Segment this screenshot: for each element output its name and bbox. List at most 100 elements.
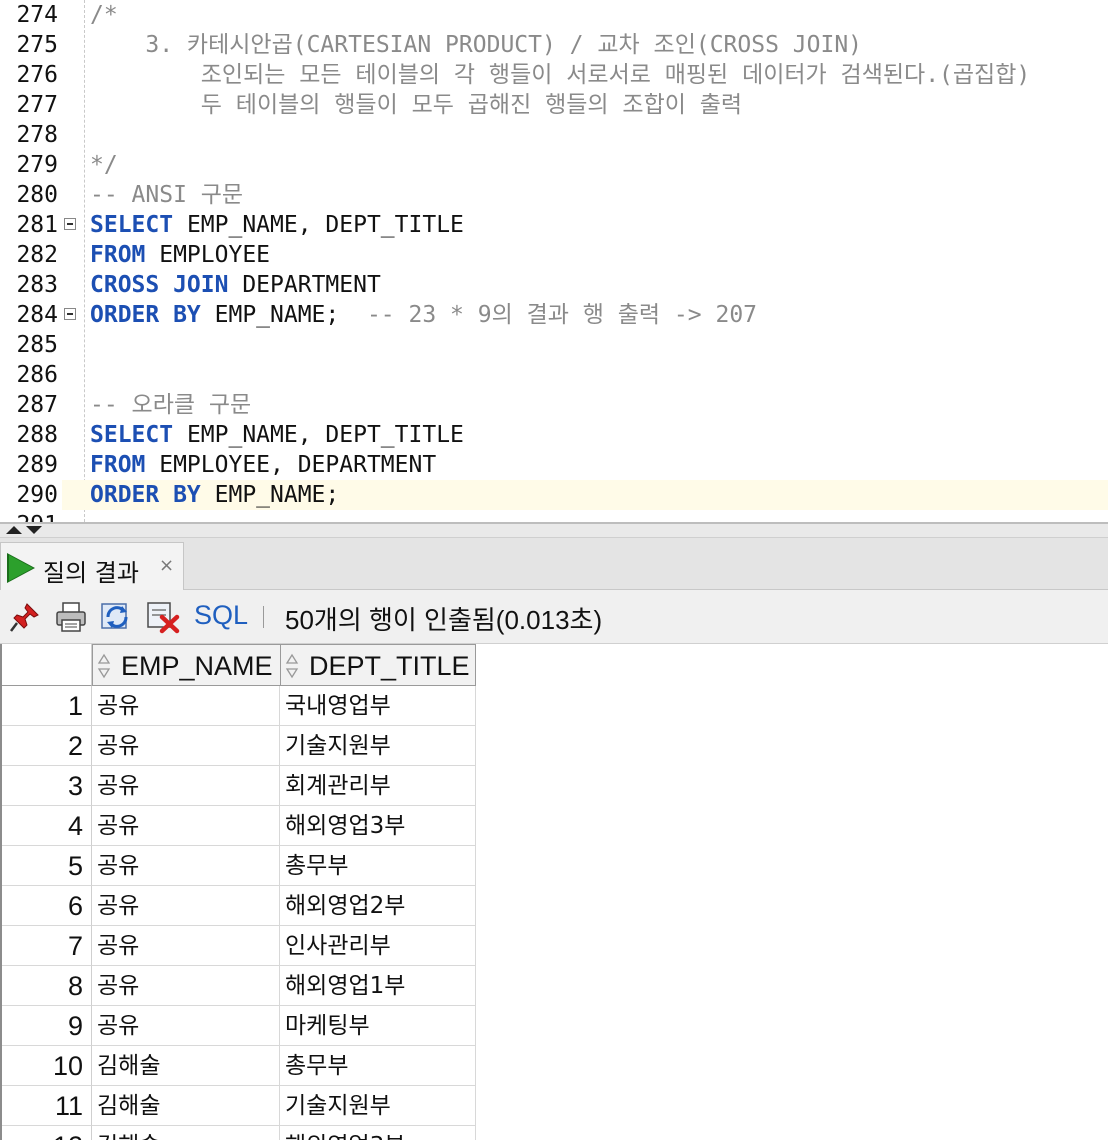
code-line[interactable]: 286 [0, 360, 1108, 390]
sql-comment: -- 오라클 구문 [90, 392, 252, 418]
cell-dept-title[interactable]: 해외영업1부 [280, 966, 476, 1006]
code-line[interactable]: 281 SELECT EMP_NAME, DEPT_TITLE [0, 210, 1108, 240]
cell-dept-title[interactable]: 회계관리부 [280, 766, 476, 806]
cell-emp-name[interactable]: 김해술 [92, 1046, 280, 1086]
code-line[interactable]: 291 [0, 510, 1108, 522]
cell-dept-title[interactable]: 총무부 [280, 846, 476, 886]
line-number-text: 290 [16, 482, 58, 508]
tab-label: 질의 결과 [43, 559, 139, 587]
table-row[interactable]: 6 공유 해외영업2부 [2, 886, 476, 926]
pin-icon[interactable] [8, 600, 42, 634]
line-number: 276 [0, 60, 62, 90]
results-toolbar: SQL 50개의 행이 인출됨(0.013초) [0, 590, 1108, 644]
collapse-down-icon[interactable] [26, 526, 42, 534]
code-line[interactable]: 278 [0, 120, 1108, 150]
line-number-text: 284 [16, 302, 58, 328]
line-number-text: 280 [16, 182, 58, 208]
sort-icon[interactable] [285, 653, 299, 679]
cell-emp-name[interactable]: 공유 [92, 846, 280, 886]
table-row[interactable]: 10 김해술 총무부 [2, 1046, 476, 1086]
line-number-text: 279 [16, 152, 58, 178]
table-row[interactable]: 2 공유 기술지원부 [2, 726, 476, 766]
code-line[interactable]: 288 SELECT EMP_NAME, DEPT_TITLE [0, 420, 1108, 450]
code-line[interactable]: 275 3. 카테시안곱(CARTESIAN PRODUCT) / 교차 조인(… [0, 30, 1108, 60]
code-line[interactable]: 284 ORDER BY EMP_NAME; -- 23 * 9의 결과 행 출력… [0, 300, 1108, 330]
tab-query-result[interactable]: 질의 결과 × [0, 542, 184, 590]
sql-link[interactable]: SQL [194, 600, 248, 631]
results-grid[interactable]: EMP_NAME DEPT_TITLE 1 공유 국내영업부 2 공유 기술지원부 3 공유 회… [0, 644, 1108, 1140]
cell-dept-title[interactable]: 마케팅부 [280, 1006, 476, 1046]
cell-emp-name[interactable]: 공유 [92, 926, 280, 966]
panel-splitter[interactable] [0, 522, 1108, 538]
sql-editor[interactable]: 274/* 275 3. 카테시안곱(CARTESIAN PRODUCT) / 교… [0, 0, 1108, 522]
table-row[interactable]: 3 공유 회계관리부 [2, 766, 476, 806]
code-line[interactable]: 279 */ [0, 150, 1108, 180]
table-row[interactable]: 1 공유 국내영업부 [2, 686, 476, 726]
sql-identifier: DEPARTMENT [228, 272, 381, 298]
code-line[interactable]: 285 [0, 330, 1108, 360]
sql-keyword: FROM [90, 242, 146, 268]
row-number-header [2, 644, 92, 686]
line-number: 284 [0, 300, 62, 330]
toolbar-separator [263, 606, 264, 628]
sql-comment: -- 23 * 9의 결과 행 출력 -> 207 [366, 302, 758, 328]
line-number-text: 291 [16, 510, 58, 522]
code-line[interactable]: 280 -- ANSI 구문 [0, 180, 1108, 210]
line-number: 277 [0, 90, 62, 120]
code-line[interactable]: 277 두 테이블의 행들이 모두 곱해진 행들의 조합이 출력 [0, 90, 1108, 120]
code-line[interactable]: 274 /* [0, 0, 1108, 30]
cell-dept-title[interactable]: 국내영업부 [280, 686, 476, 726]
fold-toggle-icon[interactable] [64, 308, 76, 320]
line-number: 290 [0, 480, 62, 510]
table-row[interactable]: 4 공유 해외영업3부 [2, 806, 476, 846]
cancel-icon[interactable] [146, 600, 180, 634]
table-row[interactable]: 8 공유 해외영업1부 [2, 966, 476, 1006]
sql-keyword: SELECT [90, 422, 174, 448]
code-line[interactable]: 282 FROM EMPLOYEE [0, 240, 1108, 270]
cell-emp-name[interactable]: 공유 [92, 966, 280, 1006]
fold-toggle-icon[interactable] [64, 218, 76, 230]
print-icon[interactable] [54, 600, 88, 634]
cell-emp-name[interactable]: 공유 [92, 886, 280, 926]
table-row[interactable]: 5 공유 총무부 [2, 846, 476, 886]
line-number-text: 278 [16, 122, 58, 148]
line-number-text: 276 [16, 62, 58, 88]
table-row[interactable]: 11 김해술 기술지원부 [2, 1086, 476, 1126]
code-line[interactable]: 283 CROSS JOIN DEPARTMENT [0, 270, 1108, 300]
cell-dept-title[interactable]: 기술지원부 [280, 726, 476, 766]
cell-emp-name[interactable]: 공유 [92, 726, 280, 766]
collapse-up-icon[interactable] [6, 526, 22, 534]
sort-icon[interactable] [97, 653, 111, 679]
cell-dept-title[interactable]: 기술지원부 [280, 1086, 476, 1126]
cell-emp-name[interactable]: 공유 [92, 806, 280, 846]
close-icon[interactable]: × [159, 555, 174, 576]
code-text: */ [90, 150, 118, 180]
column-header-emp-name[interactable]: EMP_NAME [92, 644, 281, 686]
refresh-icon[interactable] [100, 600, 134, 634]
table-row[interactable]: 12김해술해외영업3부 [2, 1126, 476, 1140]
column-header-dept-title[interactable]: DEPT_TITLE [280, 644, 476, 686]
column-header-label: EMP_NAME [121, 651, 273, 681]
table-row[interactable]: 9 공유 마케팅부 [2, 1006, 476, 1046]
cell-dept-title[interactable]: 총무부 [280, 1046, 476, 1086]
code-line[interactable]: 276 조인되는 모든 테이블의 각 행들이 서로서로 매핑된 데이터가 검색된… [0, 60, 1108, 90]
cell-dept-title[interactable]: 해외영업2부 [280, 886, 476, 926]
sql-comment: -- ANSI 구문 [90, 182, 244, 208]
cell-dept-title[interactable]: 인사관리부 [280, 926, 476, 966]
sql-keyword: CROSS JOIN [90, 272, 229, 298]
cell-emp-name[interactable]: 공유 [92, 1006, 280, 1046]
code-line[interactable]: 287 -- 오라클 구문 [0, 390, 1108, 420]
cell-emp-name[interactable]: 공유 [92, 686, 280, 726]
cell-dept-title[interactable]: 해외영업3부 [280, 806, 476, 846]
line-number: 282 [0, 240, 62, 270]
cell-emp-name[interactable]: 김해술 [92, 1126, 280, 1140]
code-line[interactable]: 289 FROM EMPLOYEE, DEPARTMENT [0, 450, 1108, 480]
cell-dept-title[interactable]: 해외영업3부 [280, 1126, 476, 1140]
row-number: 4 [2, 806, 92, 846]
code-text: 3. 카테시안곱(CARTESIAN PRODUCT) / 교차 조인(CROS… [90, 30, 862, 60]
code-line[interactable]: 290 ORDER BY EMP_NAME; [0, 480, 1108, 510]
code-text: CROSS JOIN DEPARTMENT [90, 270, 381, 300]
cell-emp-name[interactable]: 공유 [92, 766, 280, 806]
cell-emp-name[interactable]: 김해술 [92, 1086, 280, 1126]
table-row[interactable]: 7 공유 인사관리부 [2, 926, 476, 966]
